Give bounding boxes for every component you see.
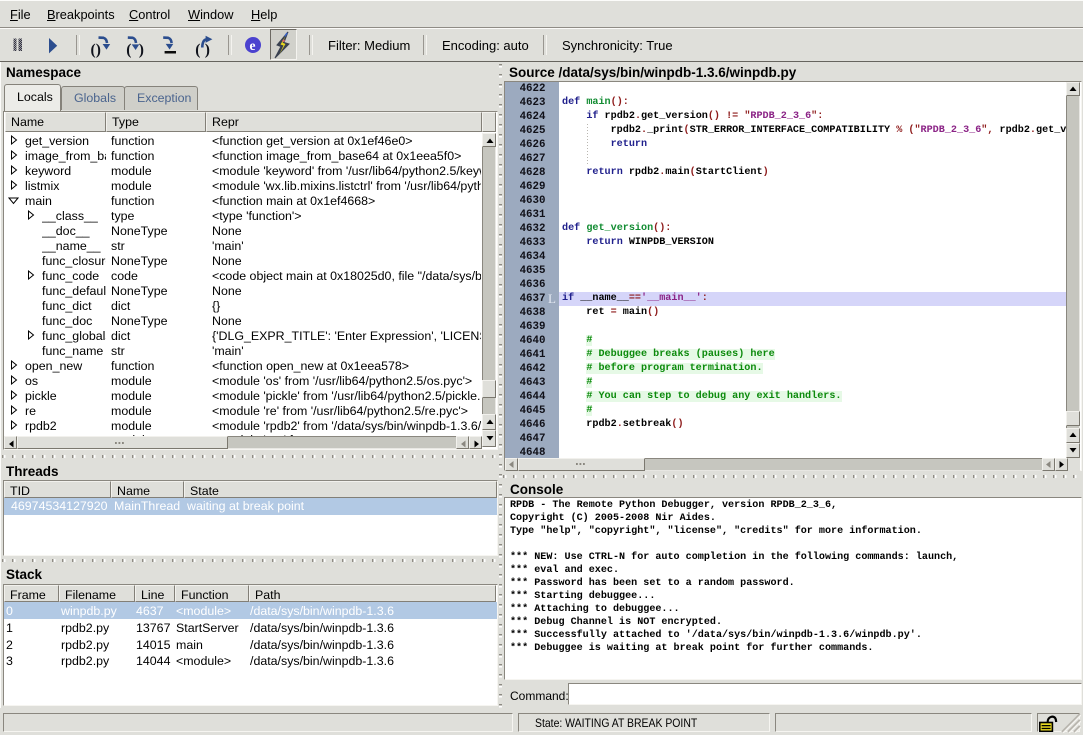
svg-text:(: ( [195, 42, 200, 59]
svg-text:): ) [205, 42, 210, 59]
svg-text:): ) [139, 42, 144, 59]
svg-text:): ) [96, 42, 101, 59]
svg-text:(: ( [126, 42, 131, 59]
